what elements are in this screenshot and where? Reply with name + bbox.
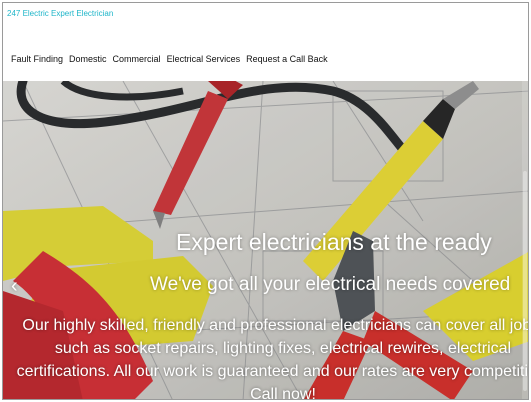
scrollbar-thumb[interactable]	[523, 171, 527, 391]
nav-item-fault-finding[interactable]: Fault Finding	[11, 54, 63, 64]
hero-title: Expert electricians at the ready	[176, 229, 492, 255]
browser-viewport: 247 Electric Expert Electrician Fault Fi…	[2, 2, 529, 400]
nav-item-domestic[interactable]: Domestic	[69, 54, 107, 64]
site-logo-link[interactable]: 247 Electric Expert Electrician	[7, 9, 113, 18]
hero-slider: Expert electricians at the ready We've g…	[3, 81, 529, 400]
nav-item-electrical-services[interactable]: Electrical Services	[167, 54, 241, 64]
main-nav: Fault Finding Domestic Commercial Electr…	[11, 54, 328, 64]
slider-prev-button[interactable]: ‹	[11, 275, 18, 298]
nav-item-request-call-back[interactable]: Request a Call Back	[246, 54, 328, 64]
nav-item-commercial[interactable]: Commercial	[113, 54, 161, 64]
hero-subtitle: We've got all your electrical needs cove…	[150, 274, 511, 295]
page-scrollbar[interactable]	[522, 81, 528, 399]
hero-body-text: Our highly skilled, friendly and profess…	[16, 317, 529, 400]
